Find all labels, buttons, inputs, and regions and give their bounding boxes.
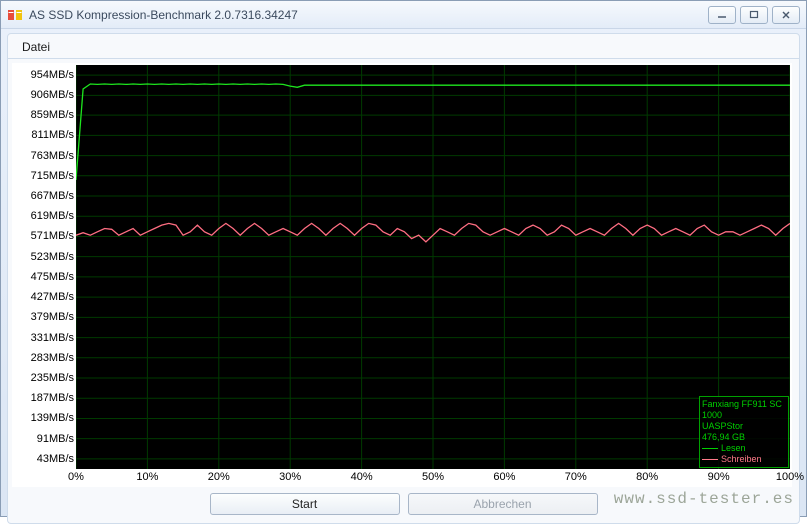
minimize-button[interactable] bbox=[708, 6, 736, 24]
close-icon bbox=[781, 10, 791, 20]
legend-write-swatch bbox=[702, 459, 718, 460]
legend-write-label: Schreiben bbox=[721, 454, 762, 465]
y-tick-label: 91MB/s bbox=[37, 433, 74, 445]
x-tick-label: 20% bbox=[208, 471, 230, 483]
y-tick-label: 954MB/s bbox=[31, 69, 74, 81]
y-tick-label: 43MB/s bbox=[37, 453, 74, 465]
menu-file[interactable]: Datei bbox=[16, 38, 56, 56]
y-tick-label: 139MB/s bbox=[31, 412, 74, 424]
legend-capacity: 476,94 GB bbox=[702, 432, 786, 443]
close-button[interactable] bbox=[772, 6, 800, 24]
y-tick-label: 715MB/s bbox=[31, 170, 74, 182]
maximize-icon bbox=[749, 10, 759, 20]
y-tick-label: 859MB/s bbox=[31, 109, 74, 121]
chart-area: 43MB/s 91MB/s 139MB/s 187MB/s 235MB/s 283MB/s… bbox=[12, 63, 792, 487]
cancel-button[interactable]: Abbrechen bbox=[408, 493, 598, 515]
legend-controller: UASPStor bbox=[702, 421, 786, 432]
x-tick-label: 80% bbox=[636, 471, 658, 483]
chart-svg bbox=[76, 65, 790, 469]
y-tick-label: 235MB/s bbox=[31, 372, 74, 384]
x-tick-label: 100% bbox=[776, 471, 804, 483]
y-tick-label: 427MB/s bbox=[31, 291, 74, 303]
y-tick-label: 906MB/s bbox=[31, 89, 74, 101]
y-tick-label: 811MB/s bbox=[31, 129, 74, 141]
y-tick-label: 763MB/s bbox=[31, 150, 74, 162]
y-tick-label: 379MB/s bbox=[31, 311, 74, 323]
chart-plot: Fanxiang FF911 SC 1000 UASPStor 476,94 G… bbox=[76, 65, 790, 469]
x-tick-label: 70% bbox=[565, 471, 587, 483]
x-axis: 0%10%20%30%40%50%60%70%80%90%100% bbox=[76, 471, 790, 487]
legend-box: Fanxiang FF911 SC 1000 UASPStor 476,94 G… bbox=[699, 396, 789, 468]
window-controls bbox=[708, 6, 800, 24]
app-window: AS SSD Kompression-Benchmark 2.0.7316.34… bbox=[0, 0, 807, 517]
legend-device: Fanxiang FF911 SC bbox=[702, 399, 786, 410]
x-tick-label: 0% bbox=[68, 471, 84, 483]
x-tick-label: 90% bbox=[708, 471, 730, 483]
y-tick-label: 667MB/s bbox=[31, 190, 74, 202]
maximize-button[interactable] bbox=[740, 6, 768, 24]
legend-device-2: 1000 bbox=[702, 410, 786, 421]
y-tick-label: 475MB/s bbox=[31, 271, 74, 283]
menubar: Datei bbox=[7, 33, 800, 59]
app-icon bbox=[7, 7, 23, 23]
y-tick-label: 331MB/s bbox=[31, 332, 74, 344]
window-title: AS SSD Kompression-Benchmark 2.0.7316.34… bbox=[29, 8, 708, 22]
y-tick-label: 523MB/s bbox=[31, 251, 74, 263]
x-tick-label: 60% bbox=[493, 471, 515, 483]
legend-read-label: Lesen bbox=[721, 443, 746, 454]
content-area: 43MB/s 91MB/s 139MB/s 187MB/s 235MB/s 283MB/s… bbox=[7, 59, 800, 524]
y-tick-label: 187MB/s bbox=[31, 392, 74, 404]
y-tick-label: 571MB/s bbox=[31, 230, 74, 242]
y-tick-label: 283MB/s bbox=[31, 352, 74, 364]
x-tick-label: 10% bbox=[136, 471, 158, 483]
x-tick-label: 30% bbox=[279, 471, 301, 483]
legend-read-swatch bbox=[702, 448, 718, 449]
x-tick-label: 40% bbox=[351, 471, 373, 483]
legend-write-row: Schreiben bbox=[702, 454, 786, 465]
y-tick-label: 619MB/s bbox=[31, 210, 74, 222]
minimize-icon bbox=[717, 11, 727, 19]
button-row: Start Abbrechen bbox=[12, 493, 795, 515]
y-axis: 43MB/s 91MB/s 139MB/s 187MB/s 235MB/s 283MB/s… bbox=[12, 65, 76, 469]
legend-read-row: Lesen bbox=[702, 443, 786, 454]
titlebar[interactable]: AS SSD Kompression-Benchmark 2.0.7316.34… bbox=[1, 1, 806, 29]
x-tick-label: 50% bbox=[422, 471, 444, 483]
start-button[interactable]: Start bbox=[210, 493, 400, 515]
